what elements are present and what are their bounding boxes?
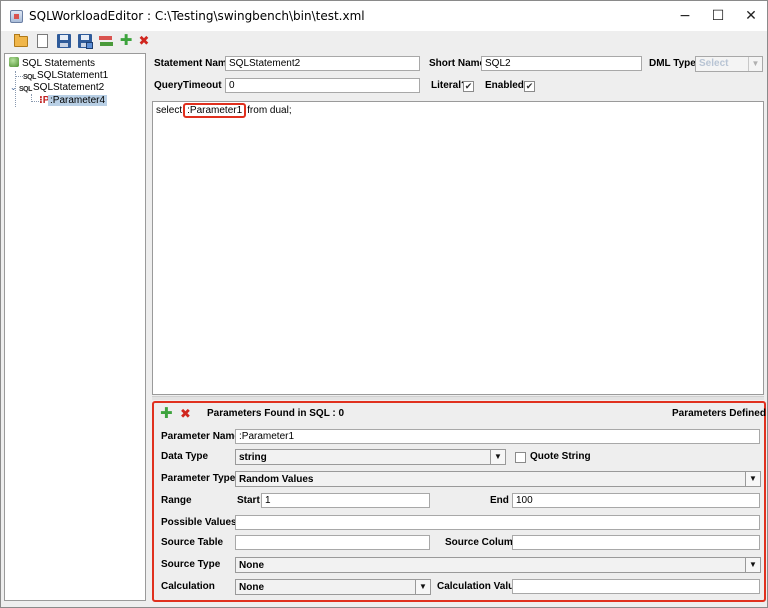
range-end-field[interactable]: 100 bbox=[512, 493, 760, 508]
parameter-icon: ⁝P bbox=[39, 95, 50, 106]
enabled-checkbox[interactable]: ✔ bbox=[524, 81, 535, 92]
tree-connector bbox=[15, 76, 23, 77]
source-column-label: Source Column bbox=[445, 537, 519, 548]
short-name-label: Short Name bbox=[429, 58, 486, 69]
app-icon bbox=[10, 10, 23, 23]
quote-string-checkbox[interactable] bbox=[515, 452, 526, 463]
delete-icon[interactable]: ✖ bbox=[136, 33, 152, 49]
minimize-button[interactable]: − bbox=[671, 5, 699, 27]
tree-item-label: :Parameter4 bbox=[48, 95, 108, 106]
window-title: SQLWorkloadEditor : C:\Testing\swingbenc… bbox=[29, 9, 365, 23]
add-parameter-icon[interactable]: ✚ bbox=[160, 406, 173, 422]
dml-type-label: DML Type bbox=[649, 58, 696, 69]
parameter-panel: ✚ ✖ Parameters Found in SQL : 0 Paramete… bbox=[152, 401, 768, 602]
parameter-name-field[interactable]: :Parameter1 bbox=[235, 429, 760, 444]
short-name-field[interactable]: SQL2 bbox=[481, 56, 642, 71]
statement-tree[interactable]: SQL Statements SQLSQLStatement1 ⌄ SQLSQLS… bbox=[4, 53, 146, 601]
chevron-down-icon: ▼ bbox=[745, 472, 760, 486]
calculation-value-label: Calculation Value bbox=[437, 581, 520, 592]
tree-root-label: SQL Statements bbox=[22, 58, 95, 69]
source-table-field[interactable] bbox=[235, 535, 430, 550]
save-as-icon[interactable] bbox=[77, 33, 93, 49]
quote-string-label: Quote String bbox=[530, 451, 591, 462]
title-bar: SQLWorkloadEditor : C:\Testing\swingbenc… bbox=[1, 1, 767, 31]
query-timeout-field[interactable]: 0 bbox=[225, 78, 420, 93]
sql-icon: SQL bbox=[19, 86, 32, 93]
data-type-select[interactable]: string ▼ bbox=[235, 449, 506, 465]
parameters-defined-label: Parameters Defined : 1 bbox=[672, 408, 768, 419]
tree-item-sqlstatement1[interactable]: SQLSQLStatement1 bbox=[23, 70, 108, 82]
sql-editor[interactable]: select:Parameter1 from dual; bbox=[152, 101, 764, 395]
sql-parameter-highlight: :Parameter1 bbox=[183, 103, 247, 118]
close-window-button[interactable]: ✕ bbox=[737, 5, 765, 27]
possible-values-field[interactable] bbox=[235, 515, 760, 530]
dml-type-select: Select ▼ bbox=[695, 56, 763, 72]
toolbar: ✚ ✖ bbox=[1, 31, 767, 51]
chevron-down-icon: ▼ bbox=[490, 450, 505, 464]
new-file-icon[interactable] bbox=[34, 33, 50, 49]
source-type-label: Source Type bbox=[161, 559, 221, 570]
range-label: Range bbox=[161, 495, 192, 506]
add-icon[interactable]: ✚ bbox=[118, 33, 134, 49]
chevron-down-icon: ▼ bbox=[745, 558, 760, 572]
range-start-field[interactable]: 1 bbox=[261, 493, 430, 508]
statement-name-label: Statement Name bbox=[154, 58, 233, 69]
delete-parameter-icon[interactable]: ✖ bbox=[180, 406, 191, 422]
chevron-down-icon: ▼ bbox=[748, 57, 762, 71]
parameter-type-value: Random Values bbox=[239, 474, 314, 485]
query-timeout-label: QueryTimeout bbox=[154, 80, 222, 91]
sql-rest: from dual; bbox=[247, 105, 292, 116]
tree-item-label: SQLStatement2 bbox=[33, 82, 105, 93]
parameter-type-select[interactable]: Random Values ▼ bbox=[235, 471, 761, 487]
end-label: End bbox=[490, 495, 509, 506]
data-type-label: Data Type bbox=[161, 451, 209, 462]
chevron-down-icon: ▼ bbox=[415, 580, 430, 594]
source-table-label: Source Table bbox=[161, 537, 224, 548]
cube-icon bbox=[9, 57, 19, 67]
application-window: SQLWorkloadEditor : C:\Testing\swingbenc… bbox=[0, 0, 768, 608]
parameter-type-label: Parameter Type bbox=[161, 473, 236, 484]
source-column-field[interactable] bbox=[512, 535, 760, 550]
possible-values-label: Possible Values bbox=[161, 517, 237, 528]
sql-text: select:Parameter1 from dual; bbox=[156, 103, 292, 118]
split-pane-divider[interactable] bbox=[152, 396, 764, 400]
data-type-value: string bbox=[239, 452, 267, 463]
tree-item-sqlstatement2[interactable]: ⌄ SQLSQLStatement2 bbox=[10, 82, 104, 94]
tree-connector bbox=[31, 101, 39, 102]
maximize-button[interactable]: ☐ bbox=[704, 5, 732, 27]
parameters-found-label: Parameters Found in SQL : 0 bbox=[207, 408, 345, 419]
expand-toggle-icon[interactable]: ⌄ bbox=[10, 82, 19, 94]
parameter-name-label: Parameter Name bbox=[161, 431, 240, 442]
calculation-type-value: None bbox=[239, 582, 264, 593]
dml-type-value: Select bbox=[699, 58, 729, 69]
open-folder-icon[interactable] bbox=[13, 33, 29, 49]
source-type-value: None bbox=[239, 560, 264, 571]
sql-keyword: select bbox=[156, 105, 183, 116]
tree-item-label: SQLStatement1 bbox=[37, 70, 109, 81]
tree-root-sql-statements[interactable]: SQL Statements bbox=[9, 57, 95, 69]
save-icon[interactable] bbox=[56, 33, 72, 49]
statement-name-field[interactable]: SQLStatement2 bbox=[225, 56, 420, 71]
tree-item-parameter4[interactable]: ⁝P:Parameter4 bbox=[39, 95, 108, 107]
literal-checkbox[interactable]: ✔ bbox=[463, 81, 474, 92]
calculation-value-field[interactable] bbox=[512, 579, 760, 594]
source-type-select[interactable]: None ▼ bbox=[235, 557, 761, 573]
swap-icon[interactable] bbox=[98, 33, 114, 49]
calculation-select[interactable]: None ▼ bbox=[235, 579, 431, 595]
literal-label: Literal? bbox=[431, 80, 468, 91]
calculation-label: Calculation bbox=[161, 581, 215, 592]
start-label: Start bbox=[237, 495, 260, 506]
